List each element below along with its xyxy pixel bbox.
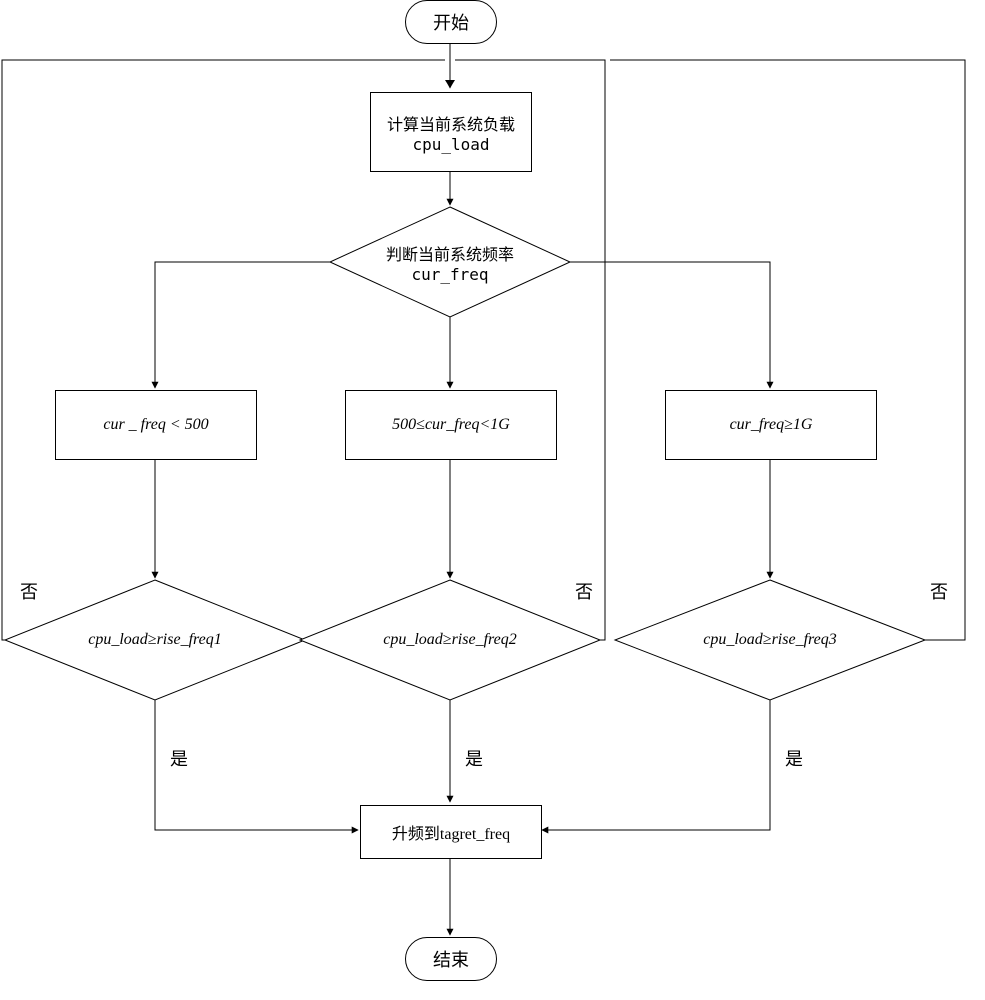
range-high-text: cur_freq≥1G (730, 416, 813, 434)
d3-text: cpu_load≥rise_freq3 (703, 631, 837, 649)
process-range-high: cur_freq≥1G (665, 390, 877, 460)
edge-d2-no: 否 (575, 578, 593, 604)
calc-line2: cpu_load (412, 135, 489, 154)
edge-d1-no: 否 (20, 578, 38, 604)
process-range-mid: 500≤cur_freq<1G (345, 390, 557, 460)
range-low-text: cur _ freq < 500 (103, 416, 208, 434)
d1-text: cpu_load≥rise_freq1 (88, 631, 222, 649)
edge-d1-yes: 是 (170, 745, 188, 771)
process-range-low: cur _ freq < 500 (55, 390, 257, 460)
decision-d2: cpu_load≥rise_freq2 (300, 580, 600, 700)
process-up-freq: 升频到tagret_freq (360, 805, 542, 859)
edge-d3-no: 否 (930, 578, 948, 604)
decision-d1: cpu_load≥rise_freq1 (5, 580, 305, 700)
decision-cur-freq: 判断当前系统频率 cur_freq (330, 207, 570, 317)
range-mid-text: 500≤cur_freq<1G (392, 416, 510, 434)
terminal-end: 结束 (405, 937, 497, 981)
judge-line1: 判断当前系统频率 (386, 241, 514, 265)
calc-line1: 计算当前系统负载 (387, 111, 515, 135)
edge-d3-yes: 是 (785, 745, 803, 771)
process-calc-load: 计算当前系统负载 cpu_load (370, 92, 532, 172)
up-text: 升频到tagret_freq (392, 820, 510, 844)
edge-d2-yes: 是 (465, 745, 483, 771)
judge-line2: cur_freq (386, 265, 514, 284)
d2-text: cpu_load≥rise_freq2 (383, 631, 517, 649)
terminal-start: 开始 (405, 0, 497, 44)
decision-d3: cpu_load≥rise_freq3 (615, 580, 925, 700)
